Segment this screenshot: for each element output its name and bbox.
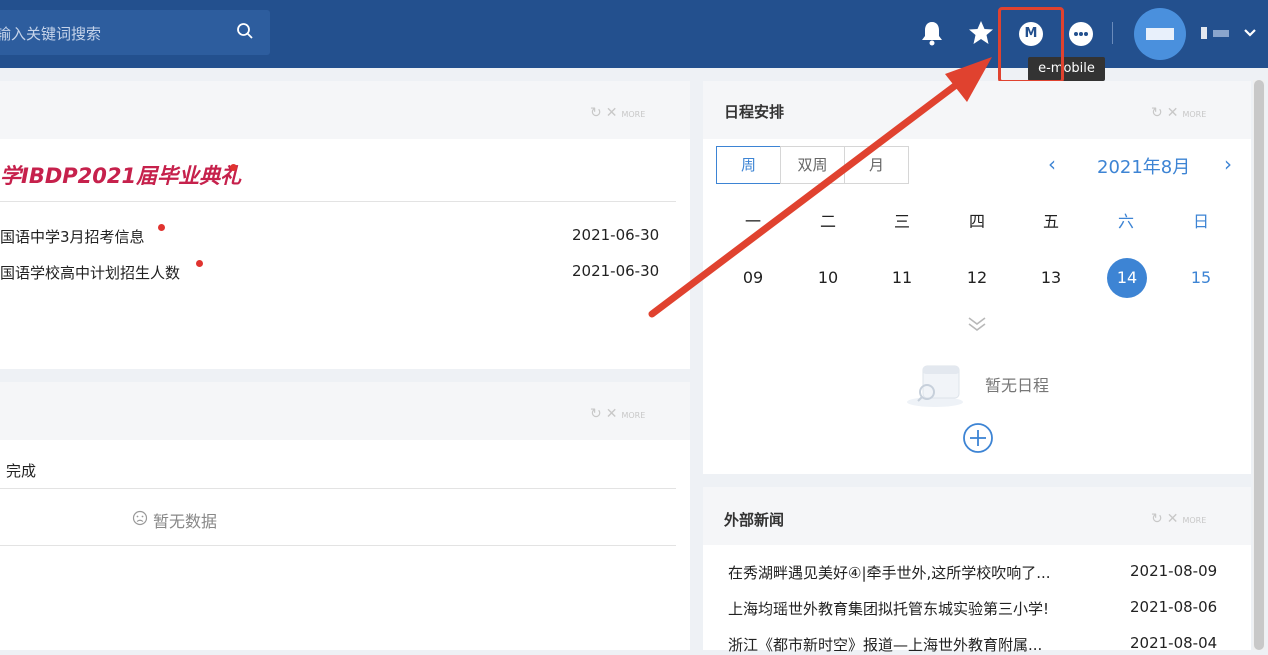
more-link[interactable]: MORE xyxy=(1182,516,1206,525)
panel-header: 外部新闻 ↻ ✕ MORE xyxy=(703,487,1251,545)
calendar-day-today[interactable]: 14 xyxy=(1107,258,1147,298)
close-icon[interactable]: ✕ xyxy=(1167,105,1179,121)
more-link[interactable]: MORE xyxy=(621,110,645,119)
expand-icon[interactable] xyxy=(966,315,988,337)
calendar-day[interactable]: 12 xyxy=(957,266,997,290)
panel-header: ↻ ✕ MORE xyxy=(0,81,690,139)
news-date: 2021-08-09 xyxy=(1130,562,1218,580)
username-redacted xyxy=(1201,27,1207,39)
tab-completed[interactable]: 完成 xyxy=(6,460,36,481)
new-badge xyxy=(158,224,165,231)
weekday-label: 五 xyxy=(1042,212,1059,231)
more-icon[interactable] xyxy=(1069,22,1093,46)
news-panel: ↻ ✕ MORE xyxy=(0,81,690,369)
divider xyxy=(0,201,676,202)
panel-tools: ↻ ✕ MORE xyxy=(590,406,645,422)
empty-message: 暂无日程 xyxy=(985,376,1050,395)
panel-header: ↻ ✕ MORE xyxy=(0,382,690,440)
news-date: 2021-08-04 xyxy=(1130,634,1218,652)
panel-title: 日程安排 xyxy=(724,103,785,121)
refresh-icon[interactable]: ↻ xyxy=(1151,511,1163,527)
annotation-highlight-box xyxy=(998,7,1064,83)
new-badge xyxy=(230,164,237,171)
current-month: 2021年8月 xyxy=(1097,157,1191,178)
username-redacted-2 xyxy=(1213,30,1229,37)
search-box[interactable]: 输入关键词搜索 xyxy=(0,10,270,55)
view-month[interactable]: 月 xyxy=(844,146,909,184)
more-link[interactable]: MORE xyxy=(1182,110,1206,119)
divider xyxy=(0,545,676,546)
sad-face-icon xyxy=(132,510,148,530)
weekday-label: 一 xyxy=(744,212,761,231)
featured-title[interactable]: 学IBDP2021届毕业典礼 xyxy=(0,160,241,190)
panel-tools: ↻ ✕ MORE xyxy=(1151,105,1206,121)
panel-tools: ↻ ✕ MORE xyxy=(1151,511,1206,527)
scrollbar-thumb[interactable] xyxy=(1254,80,1264,650)
task-panel: ↻ ✕ MORE xyxy=(0,382,690,650)
chevron-down-icon[interactable] xyxy=(1243,24,1257,43)
view-week[interactable]: 周 xyxy=(716,146,781,184)
star-icon[interactable] xyxy=(968,20,994,49)
next-month-icon[interactable]: › xyxy=(1224,152,1232,176)
avatar-placeholder xyxy=(1146,28,1174,40)
refresh-icon[interactable]: ↻ xyxy=(590,105,602,121)
weekday-label: 二 xyxy=(819,212,836,231)
news-date: 2021-08-06 xyxy=(1130,598,1218,616)
list-item[interactable]: 国语学校高中计划招生人数 xyxy=(0,262,180,283)
refresh-icon[interactable]: ↻ xyxy=(1151,105,1163,121)
search-input[interactable]: 输入关键词搜索 xyxy=(0,23,101,44)
search-icon[interactable] xyxy=(236,22,254,44)
list-item[interactable]: 国语中学3月招考信息 xyxy=(0,226,145,247)
close-icon[interactable]: ✕ xyxy=(606,105,618,121)
list-date: 2021-06-30 xyxy=(572,226,660,244)
weekday-label: 四 xyxy=(968,212,985,231)
calendar-day[interactable]: 09 xyxy=(733,266,773,290)
panel-title: 外部新闻 xyxy=(724,511,785,529)
calendar-day[interactable]: 13 xyxy=(1031,266,1071,290)
divider xyxy=(0,488,676,489)
weekday-label: 三 xyxy=(893,212,910,231)
calendar-day[interactable]: 11 xyxy=(882,266,922,290)
news-item[interactable]: 浙江《都市新时空》报道—上海世外教育附属... xyxy=(728,634,1042,655)
calendar-day[interactable]: 15 xyxy=(1181,266,1221,290)
news-item[interactable]: 在秀湖畔遇见美好④|牵手世外,这所学校吹响了... xyxy=(728,562,1051,583)
list-date: 2021-06-30 xyxy=(572,262,660,280)
refresh-icon[interactable]: ↻ xyxy=(590,406,602,422)
empty-message: 暂无数据 xyxy=(153,512,218,531)
bell-icon[interactable] xyxy=(920,20,944,50)
view-two-week[interactable]: 双周 xyxy=(780,146,845,184)
news-item[interactable]: 上海均瑶世外教育集团拟托管东城实验第三小学! xyxy=(728,598,1049,619)
panel-tools: ↻ ✕ MORE xyxy=(590,105,645,121)
new-badge xyxy=(196,260,203,267)
header-divider xyxy=(1112,22,1113,44)
empty-calendar-illustration xyxy=(905,358,975,412)
close-icon[interactable]: ✕ xyxy=(1167,511,1179,527)
more-link[interactable]: MORE xyxy=(621,411,645,420)
close-icon[interactable]: ✕ xyxy=(606,406,618,422)
weekday-label: 日 xyxy=(1192,212,1209,231)
prev-month-icon[interactable]: ‹ xyxy=(1048,152,1056,176)
calendar-day[interactable]: 10 xyxy=(808,266,848,290)
panel-header: 日程安排 ↻ ✕ MORE xyxy=(703,81,1251,139)
weekday-label: 六 xyxy=(1117,212,1134,231)
add-schedule-icon[interactable] xyxy=(962,422,994,458)
